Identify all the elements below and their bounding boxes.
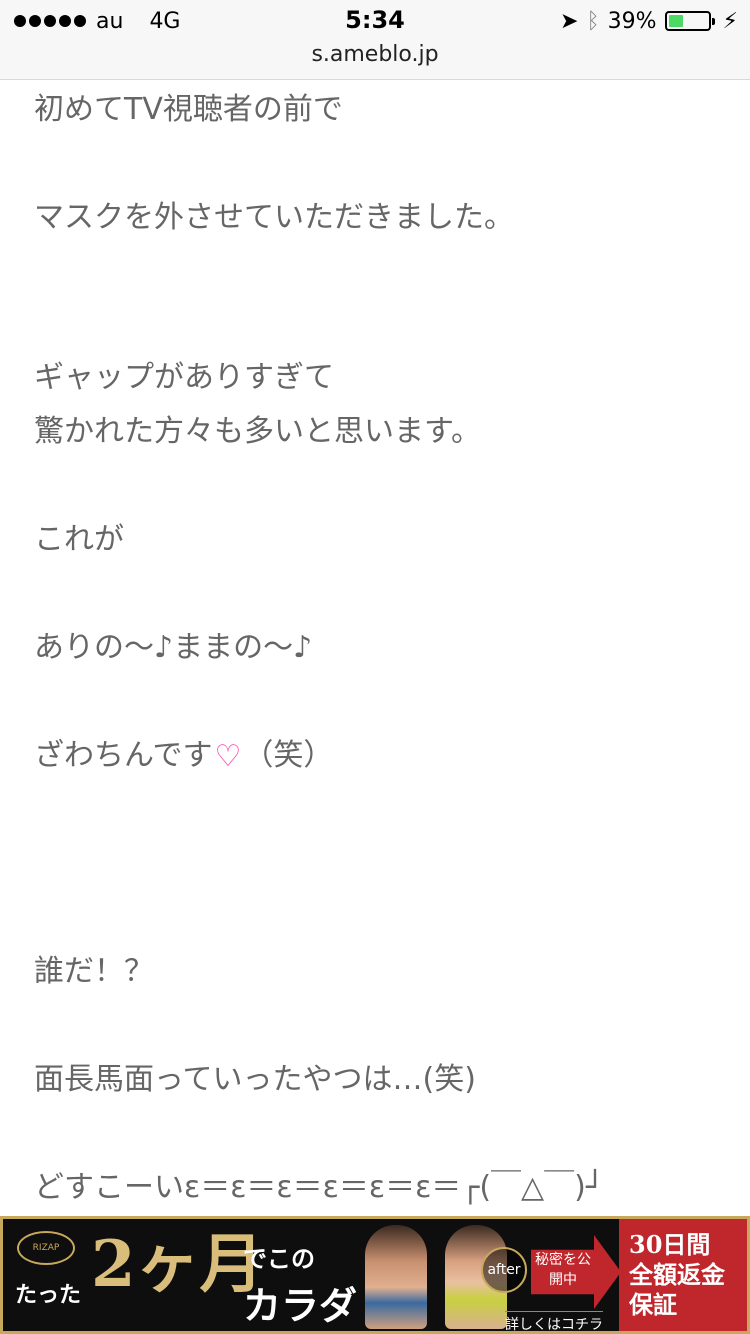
ad-logo: RIZAP <box>17 1231 75 1265</box>
guarantee-line: 全額返金 <box>629 1260 725 1289</box>
ad-subhead: でこの <box>243 1245 315 1273</box>
ad-cta-link[interactable]: 詳しくはコチラ <box>505 1311 603 1331</box>
article-line: ありの〜♪ままの〜♪ <box>34 630 313 665</box>
address-bar[interactable]: s.ameblo.jp <box>0 42 750 67</box>
charging-icon: ⚡ <box>722 8 738 34</box>
article-line: マスクを外させていただきました。 <box>34 200 514 235</box>
before-photo <box>365 1225 427 1329</box>
ad-headline: 2ヶ月 <box>91 1227 264 1302</box>
guarantee-line: 保証 <box>629 1290 677 1319</box>
ad-secret-text: 秘密を公開中 <box>535 1252 591 1288</box>
article-line: 面長馬面っていったやつは…(笑) <box>34 1062 476 1097</box>
article-line: 驚かれた方々も多いと思います。 <box>34 414 481 449</box>
ad-prefix: たった <box>15 1283 82 1308</box>
ad-guarantee: 30日間 全額返金 保証 <box>619 1219 747 1331</box>
article-line: ギャップがありすぎて <box>34 360 334 395</box>
ad-subhead-main: カラダ <box>243 1284 358 1328</box>
article-line: どすこーいε＝ε＝ε＝ε＝ε＝ε＝┌(￣△￣)┘ <box>34 1170 604 1205</box>
article-line: これが <box>34 522 124 557</box>
battery-percent: 39% <box>607 8 657 34</box>
status-icons: ➤ ᛒ 39% ⚡ <box>560 8 738 34</box>
article-text: （笑） <box>243 738 334 773</box>
status-bar: au 4G 5:34 ➤ ᛒ 39% ⚡ s.ameblo.jp <box>0 0 750 80</box>
article-text: ざわちんです <box>34 738 213 773</box>
after-badge: after <box>481 1247 527 1293</box>
guarantee-line: 30日間 <box>629 1230 711 1259</box>
heart-icon: ♡ <box>214 739 242 774</box>
location-arrow-icon: ➤ <box>560 8 579 34</box>
article-line: 初めてTV視聴者の前で <box>34 92 343 127</box>
battery-level <box>668 15 684 27</box>
ad-banner[interactable]: RIZAP たった 2ヶ月 でこの カラダ after 秘密を公開中 詳しくはコ… <box>0 1216 750 1334</box>
article-line: 誰だ！？ <box>34 954 154 989</box>
bluetooth-icon: ᛒ <box>586 8 600 34</box>
battery-icon <box>664 11 715 31</box>
article-line-with-emoji: ざわちんです♡（笑） <box>34 730 333 774</box>
